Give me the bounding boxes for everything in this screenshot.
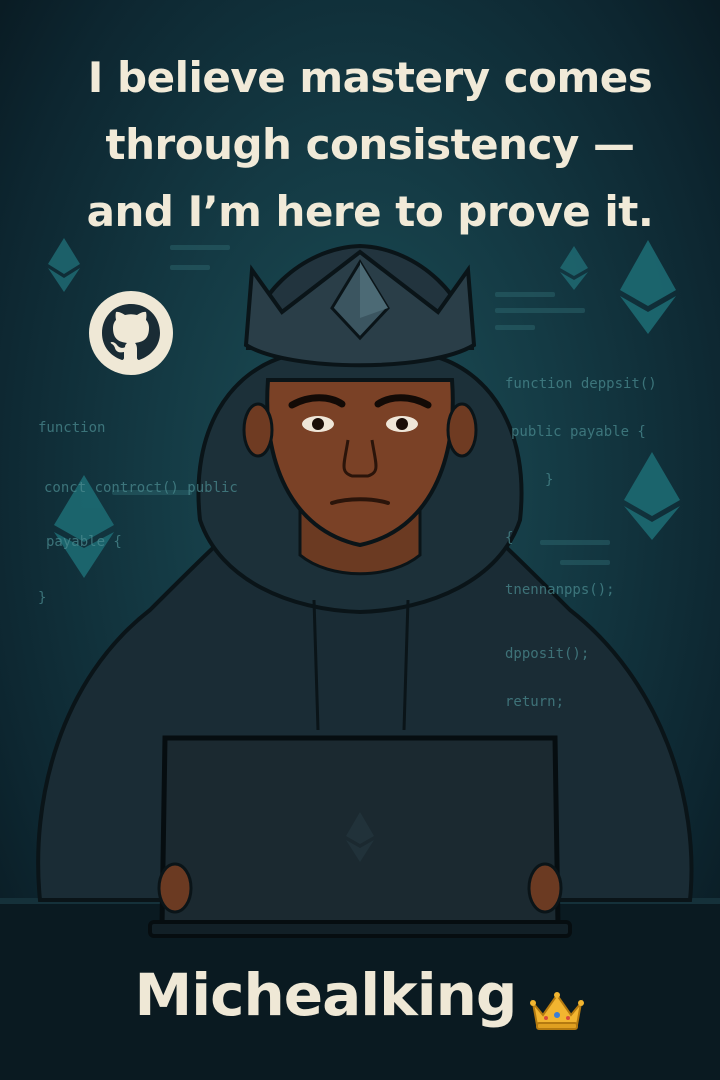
brand-name: Michealking [134, 961, 518, 1029]
code-snippet-left: function conct controct() public payable… [38, 388, 238, 638]
code-line: function [38, 420, 106, 436]
code-line: dpposit(); [505, 646, 590, 662]
quote-heading: I believe mastery comes through consiste… [40, 44, 700, 245]
code-line: public payable { [511, 424, 646, 440]
code-line: } [545, 472, 554, 488]
code-line: payable { [46, 534, 122, 550]
crown-icon [530, 991, 585, 1030]
code-line: conct controct() public [44, 480, 238, 496]
ethereum-icon [48, 238, 80, 292]
poster: function conct controct() public payable… [0, 0, 720, 1080]
code-line: return; [505, 694, 565, 710]
ethereum-icon [560, 246, 588, 290]
code-snippet-right: function deppsit() public payable { } { … [505, 344, 657, 742]
quote-line: I believe mastery comes [87, 53, 653, 102]
code-line: { [505, 530, 514, 546]
github-icon [89, 291, 173, 375]
ethereum-icon [620, 240, 676, 334]
quote-line: through consistency — [105, 120, 635, 169]
brand-signature: Michealking [0, 930, 720, 1060]
code-line: function deppsit() [505, 376, 657, 392]
code-line: tnennanpps(); [505, 582, 615, 598]
quote-line: and I’m here to prove it. [86, 187, 654, 236]
code-line: } [38, 590, 47, 606]
